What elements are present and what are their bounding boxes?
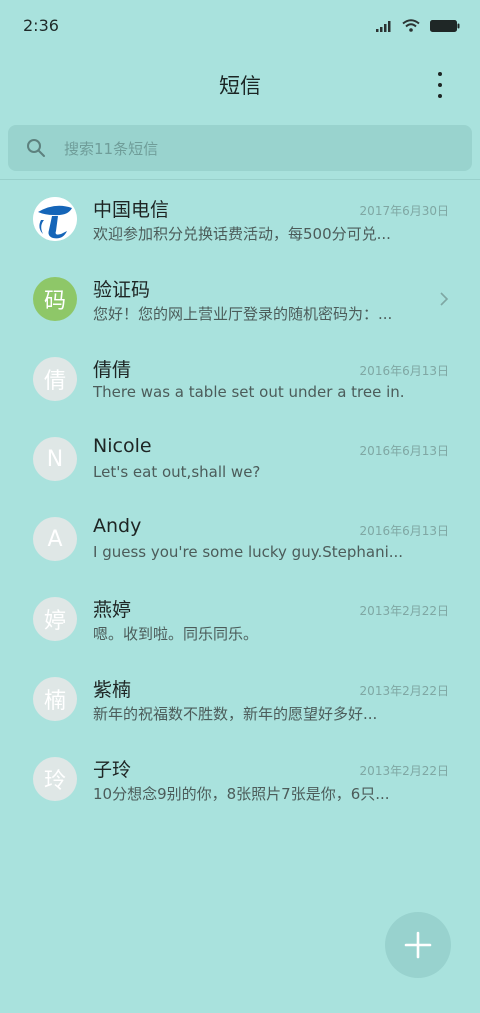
page-title: 短信 <box>219 74 261 98</box>
message-preview: Let's eat out,shall we? <box>93 463 261 481</box>
conversation-row[interactable]: 玲 子玲 10分想念9别的你，8张照片7张是你，6只... 2013年2月22日 <box>0 740 480 820</box>
avatar: A <box>33 517 77 561</box>
message-date: 2016年6月13日 <box>359 444 449 458</box>
contact-name: 子玲 <box>93 759 132 781</box>
status-time: 2:36 <box>23 16 59 35</box>
dot <box>438 72 442 76</box>
message-preview: 您好！您的网上营业厅登录的随机密码为：... <box>93 305 393 323</box>
message-date: 2013年2月22日 <box>359 764 449 778</box>
message-date: 2016年6月13日 <box>359 364 449 378</box>
search-icon <box>27 139 45 157</box>
signal-icon <box>376 17 392 36</box>
wifi-icon <box>402 17 420 36</box>
search-placeholder: 搜索11条短信 <box>64 139 159 158</box>
conversation-row[interactable]: N Nicole Let's eat out,shall we? 2016年6月… <box>0 420 480 500</box>
conversation-row[interactable]: 中国电信 欢迎参加积分兑换话费活动，每500分可兑... 2017年6月30日 <box>0 180 480 260</box>
status-bar: 2:36 <box>0 0 480 52</box>
contact-name: 紫楠 <box>93 679 132 701</box>
message-preview: 欢迎参加积分兑换话费活动，每500分可兑... <box>93 225 391 243</box>
avatar: N <box>33 437 77 481</box>
conversation-row[interactable]: 码 验证码 您好！您的网上营业厅登录的随机密码为：... <box>0 260 480 340</box>
message-preview: 嗯。收到啦。同乐同乐。 <box>93 625 259 643</box>
message-preview: There was a table set out under a tree i… <box>93 383 405 401</box>
contact-name: 倩倩 <box>93 359 132 381</box>
avatar: 楠 <box>33 677 77 721</box>
dot <box>438 83 442 87</box>
message-date: 2013年2月22日 <box>359 604 449 618</box>
message-preview: I guess you're some lucky guy.Stephani..… <box>93 543 404 561</box>
chevron-right-icon[interactable] <box>439 291 449 311</box>
message-preview: 10分想念9别的你，8张照片7张是你，6只... <box>93 785 390 803</box>
conversation-row[interactable]: 楠 紫楠 新年的祝福数不胜数，新年的愿望好多好... 2013年2月22日 <box>0 660 480 740</box>
avatar: 倩 <box>33 357 77 401</box>
message-date: 2017年6月30日 <box>359 204 449 218</box>
more-options-button[interactable] <box>428 70 452 100</box>
battery-icon <box>430 17 460 36</box>
avatar: 码 <box>33 277 77 321</box>
conversation-row[interactable]: A Andy I guess you're some lucky guy.Ste… <box>0 500 480 580</box>
message-date: 2013年2月22日 <box>359 684 449 698</box>
contact-name: Andy <box>93 515 142 537</box>
conversation-row[interactable]: 婷 燕婷 嗯。收到啦。同乐同乐。 2013年2月22日 <box>0 580 480 660</box>
dot <box>438 94 442 98</box>
avatar: 婷 <box>33 597 77 641</box>
contact-name: 燕婷 <box>93 599 132 621</box>
message-date: 2016年6月13日 <box>359 524 449 538</box>
status-icons <box>376 17 460 36</box>
plus-icon <box>404 931 432 959</box>
contact-name: 验证码 <box>93 279 151 301</box>
new-message-button[interactable] <box>385 912 451 978</box>
avatar: 玲 <box>33 757 77 801</box>
contact-name: Nicole <box>93 435 152 457</box>
conversation-list: 中国电信 欢迎参加积分兑换话费活动，每500分可兑... 2017年6月30日 … <box>0 180 480 820</box>
conversation-row[interactable]: 倩 倩倩 There was a table set out under a t… <box>0 340 480 420</box>
china-telecom-logo-icon <box>33 197 77 241</box>
contact-name: 中国电信 <box>93 199 170 221</box>
app-header: 短信 <box>0 52 480 116</box>
search-icon-wrap <box>8 138 64 158</box>
search-bar[interactable]: 搜索11条短信 <box>8 125 472 171</box>
message-preview: 新年的祝福数不胜数，新年的愿望好多好... <box>93 705 378 723</box>
